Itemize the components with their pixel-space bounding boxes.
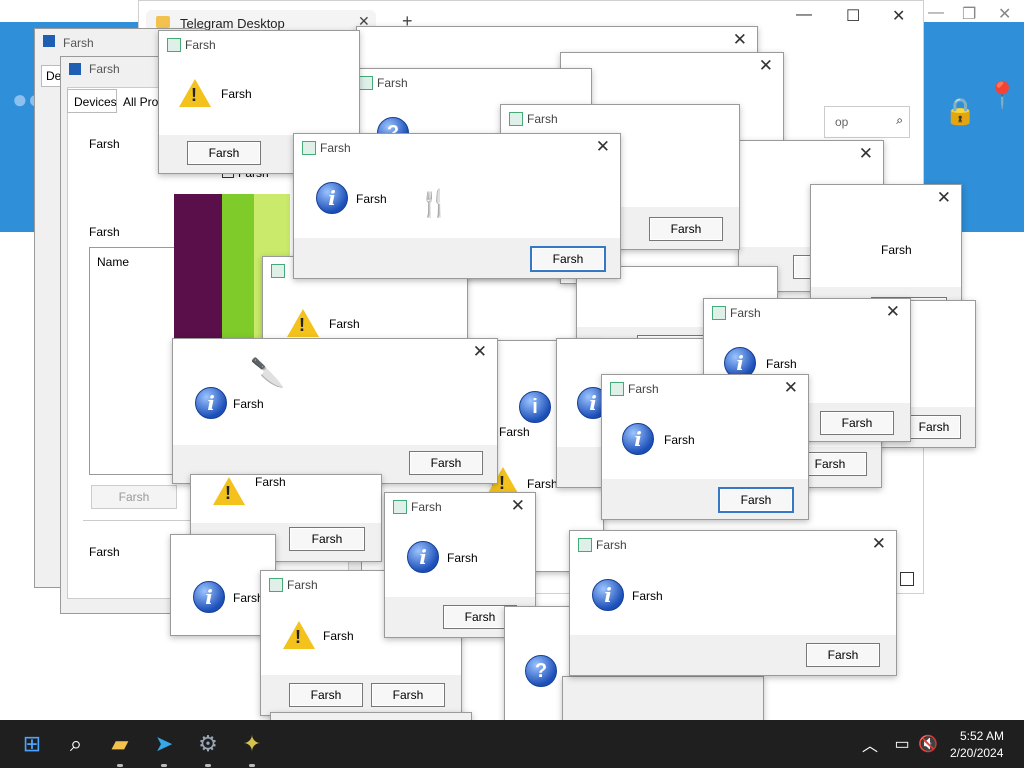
dialog-button[interactable]: Farsh [649,217,723,241]
info-icon: i [407,541,439,573]
tab-devices[interactable]: Devices [67,89,117,113]
info-icon: i [193,581,225,613]
settings-row-label: Farsh [89,225,120,239]
location-icon: 📍 [986,80,1019,110]
dialog-button[interactable]: Farsh [806,643,880,667]
fork-icon: 🍴 [418,188,451,218]
dialog-window: Farsh ✕ i Farsh Farsh [601,374,809,520]
chevron-up-icon[interactable]: ︿ [854,728,886,760]
checkbox-icon[interactable] [900,572,914,586]
search-icon: ⌕ [896,113,903,127]
dialog-window: Farsh Farsh [562,676,764,745]
dialog-button[interactable]: Farsh [530,246,606,272]
app-icon [269,578,283,592]
app-icon [167,38,181,52]
app-icon [610,382,624,396]
settings-gear-icon[interactable]: ⚙ [192,728,224,760]
search-icon[interactable]: ⌕ [60,728,92,760]
info-icon: i [592,579,624,611]
close-icon[interactable]: ✕ [759,56,773,76]
dialog-window: Farsh ✕ i Farsh Farsh [569,530,897,676]
dialog-button[interactable]: Farsh [371,683,445,707]
maximize-icon[interactable]: ☐ [846,6,860,26]
dialog-button[interactable]: Farsh [718,487,794,513]
info-icon: i [622,423,654,455]
dialog-window: Farsh ✕ i Farsh 🍴 Farsh [293,133,621,279]
telegram-icon[interactable]: ➤ [148,728,180,760]
minimize-icon[interactable]: — [796,6,812,24]
app-icon [271,264,285,278]
knife-icon: 🔪 [250,357,285,388]
list-header-name: Name [97,255,130,269]
folder-icon [156,16,170,28]
settings-row-label: Farsh [89,137,120,151]
app-icon [578,538,592,552]
search-input[interactable]: op ⌕ [824,106,910,138]
dialog-button[interactable]: Farsh [907,415,961,439]
close-icon[interactable]: ✕ [473,342,487,362]
info-icon: i [316,182,348,214]
close-icon[interactable]: ✕ [886,302,900,322]
info-icon: i [195,387,227,419]
monitor-icon [43,35,55,47]
monitor-icon [69,63,81,75]
lock-icon: 🔒 [944,96,977,126]
info-icon: i [519,391,551,423]
dialog-button[interactable]: Farsh [187,141,261,165]
warning-icon: ! [287,309,319,337]
close-icon[interactable]: ✕ [511,496,525,516]
dialog-button[interactable]: Farsh [289,527,365,551]
clock-time[interactable]: 5:52 AM [960,729,1004,743]
warning-icon: ! [213,477,245,505]
restore-icon[interactable]: ❐ [962,4,976,24]
close-icon[interactable]: ✕ [784,378,798,398]
close-icon[interactable]: ✕ [872,534,886,554]
close-icon[interactable]: ✕ [596,137,610,157]
dialog-button[interactable]: Farsh [409,451,483,475]
taskbar: ⊞ ⌕ ▰ ➤ ⚙ ✦ ︿ ▭ 🔇 [0,720,1024,768]
close-icon[interactable]: ✕ [998,4,1011,24]
dialog-window: ✕ i Farsh Farsh [172,338,498,484]
app-icon [359,76,373,90]
file-explorer-icon[interactable]: ▰ [104,728,136,760]
question-icon: ? [525,655,557,687]
app-icon [393,500,407,514]
warning-icon: ! [179,79,211,107]
close-icon[interactable]: ✕ [937,188,951,208]
close-icon[interactable]: ✕ [733,30,747,50]
minimize-icon[interactable]: — [928,4,944,22]
windows-start-icon[interactable]: ⊞ [16,728,48,760]
dialog-button[interactable]: Farsh [289,683,363,707]
close-icon[interactable]: ✕ [859,144,873,164]
close-icon[interactable]: ✕ [892,6,905,26]
app-icon [302,141,316,155]
settings-footer-label: Farsh [89,545,120,559]
volume-muted-icon[interactable]: 🔇 [912,728,944,760]
clock-date[interactable]: 2/20/2024 [950,746,1003,760]
warning-icon: ! [283,621,315,649]
dialog-button[interactable]: Farsh [820,411,894,435]
app-icon[interactable]: ✦ [236,728,268,760]
disabled-button: Farsh [91,485,177,509]
app-icon [712,306,726,320]
app-icon [509,112,523,126]
